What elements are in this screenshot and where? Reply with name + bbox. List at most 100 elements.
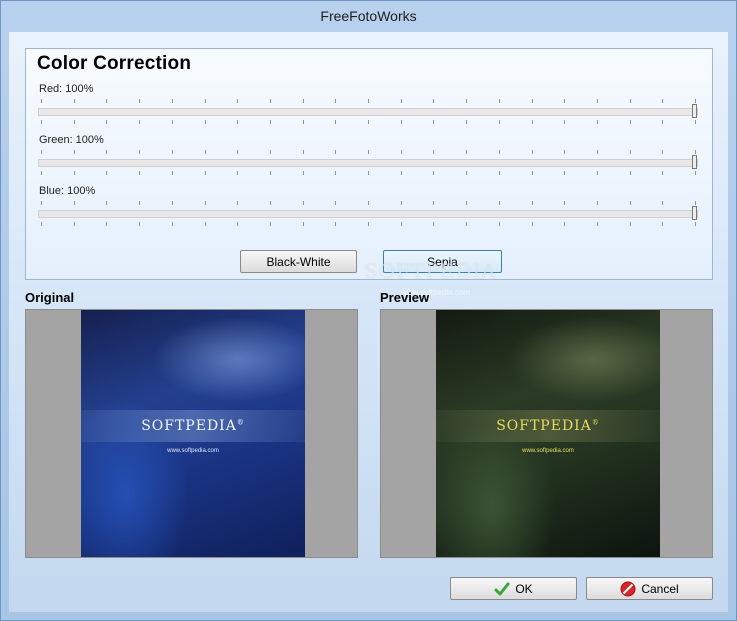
slider-tick xyxy=(335,222,337,226)
preview-logo: SOFTPEDIA® xyxy=(436,418,660,434)
color-correction-panel: Color Correction Red: 100% Green: 100% B… xyxy=(25,48,713,280)
ok-button[interactable]: OK xyxy=(450,577,577,600)
red-label: Red: 100% xyxy=(39,83,94,95)
preview-image: SOFTPEDIA® www.softpedia.com xyxy=(436,310,660,557)
slider-tick xyxy=(171,222,173,226)
cancel-icon xyxy=(620,581,636,596)
slider-tick xyxy=(531,120,533,124)
slider-tick xyxy=(466,171,468,175)
slider-tick xyxy=(466,150,468,154)
logo-mark: ® xyxy=(236,418,245,427)
slider-tick xyxy=(433,201,435,205)
slider-tick xyxy=(204,201,206,205)
slider-tick xyxy=(106,222,108,226)
blue-slider-thumb[interactable] xyxy=(692,206,697,220)
preview-label: Preview xyxy=(380,290,430,305)
slider-tick xyxy=(695,222,696,226)
slider-tick xyxy=(171,120,173,124)
slider-tick xyxy=(171,201,173,205)
slider-tick xyxy=(106,99,108,103)
slider-ticks xyxy=(41,201,696,205)
green-slider-thumb[interactable] xyxy=(692,155,697,169)
slider-tick xyxy=(695,150,696,154)
slider-tick xyxy=(41,171,42,175)
slider-tick xyxy=(302,171,304,175)
slider-tick xyxy=(466,99,468,103)
slider-tick xyxy=(204,222,206,226)
slider-tick xyxy=(629,222,631,226)
logo-text: SOFTPEDIA xyxy=(496,418,592,434)
slider-tick xyxy=(400,120,402,124)
black-white-button[interactable]: Black-White xyxy=(240,250,357,273)
preview-url: www.softpedia.com xyxy=(522,448,574,454)
original-image-box: SOFTPEDIA® www.softpedia.com xyxy=(25,309,358,558)
slider-tick xyxy=(204,171,206,175)
slider-tick xyxy=(237,150,239,154)
preview-image-box: SOFTPEDIA® www.softpedia.com xyxy=(380,309,713,558)
slider-tick xyxy=(139,201,141,205)
slider-tick xyxy=(531,150,533,154)
slider-tick xyxy=(400,201,402,205)
dialog-body: Color Correction Red: 100% Green: 100% B… xyxy=(9,32,728,612)
slider-tick xyxy=(695,171,696,175)
blue-label: Blue: 100% xyxy=(39,185,96,197)
slider-tick xyxy=(498,120,500,124)
slider-tick xyxy=(73,201,75,205)
slider-tick xyxy=(335,150,337,154)
slider-track xyxy=(38,159,698,167)
slider-tick xyxy=(531,222,533,226)
slider-tick xyxy=(662,150,664,154)
slider-tick xyxy=(139,99,141,103)
slider-tick xyxy=(564,150,566,154)
red-slider[interactable] xyxy=(38,99,698,125)
slider-track xyxy=(38,108,698,116)
slider-tick xyxy=(335,120,337,124)
cancel-label: Cancel xyxy=(641,581,679,596)
original-label: Original xyxy=(25,290,75,305)
slider-tick xyxy=(269,150,271,154)
slider-tick xyxy=(368,201,369,205)
slider-tick xyxy=(302,120,304,124)
panel-title: Color Correction xyxy=(37,53,192,74)
slider-tick xyxy=(596,99,598,103)
green-slider[interactable] xyxy=(38,150,698,176)
slider-tick xyxy=(368,120,369,124)
blue-slider[interactable] xyxy=(38,201,698,227)
slider-tick xyxy=(171,150,173,154)
slider-tick xyxy=(596,171,598,175)
slider-tick xyxy=(466,222,468,226)
slider-tick xyxy=(171,171,173,175)
slider-tick xyxy=(400,150,402,154)
slider-tick xyxy=(106,171,108,175)
slider-tick xyxy=(662,99,664,103)
slider-ticks xyxy=(41,120,696,124)
cancel-button[interactable]: Cancel xyxy=(586,577,713,600)
logo-text: SOFTPEDIA xyxy=(141,418,237,434)
slider-tick xyxy=(400,171,402,175)
red-slider-thumb[interactable] xyxy=(692,104,697,118)
slider-tick xyxy=(531,201,533,205)
slider-tick xyxy=(41,201,42,205)
slider-tick xyxy=(564,120,566,124)
slider-tick xyxy=(302,99,304,103)
slider-tick xyxy=(269,201,271,205)
slider-tick xyxy=(41,222,42,226)
slider-tick xyxy=(106,150,108,154)
slider-tick xyxy=(41,120,42,124)
slider-tick xyxy=(433,120,435,124)
app-window: FreeFotoWorks Color Correction Red: 100%… xyxy=(0,0,737,621)
slider-ticks xyxy=(41,171,696,175)
slider-tick xyxy=(106,201,108,205)
slider-ticks xyxy=(41,99,696,103)
slider-tick xyxy=(695,99,696,103)
slider-tick xyxy=(498,201,500,205)
slider-tick xyxy=(400,99,402,103)
slider-tick xyxy=(237,222,239,226)
slider-tick xyxy=(73,150,75,154)
slider-tick xyxy=(73,99,75,103)
slider-tick xyxy=(139,150,141,154)
slider-tick xyxy=(73,120,75,124)
slider-tick xyxy=(498,99,500,103)
slider-tick xyxy=(335,201,337,205)
slider-tick xyxy=(73,171,75,175)
